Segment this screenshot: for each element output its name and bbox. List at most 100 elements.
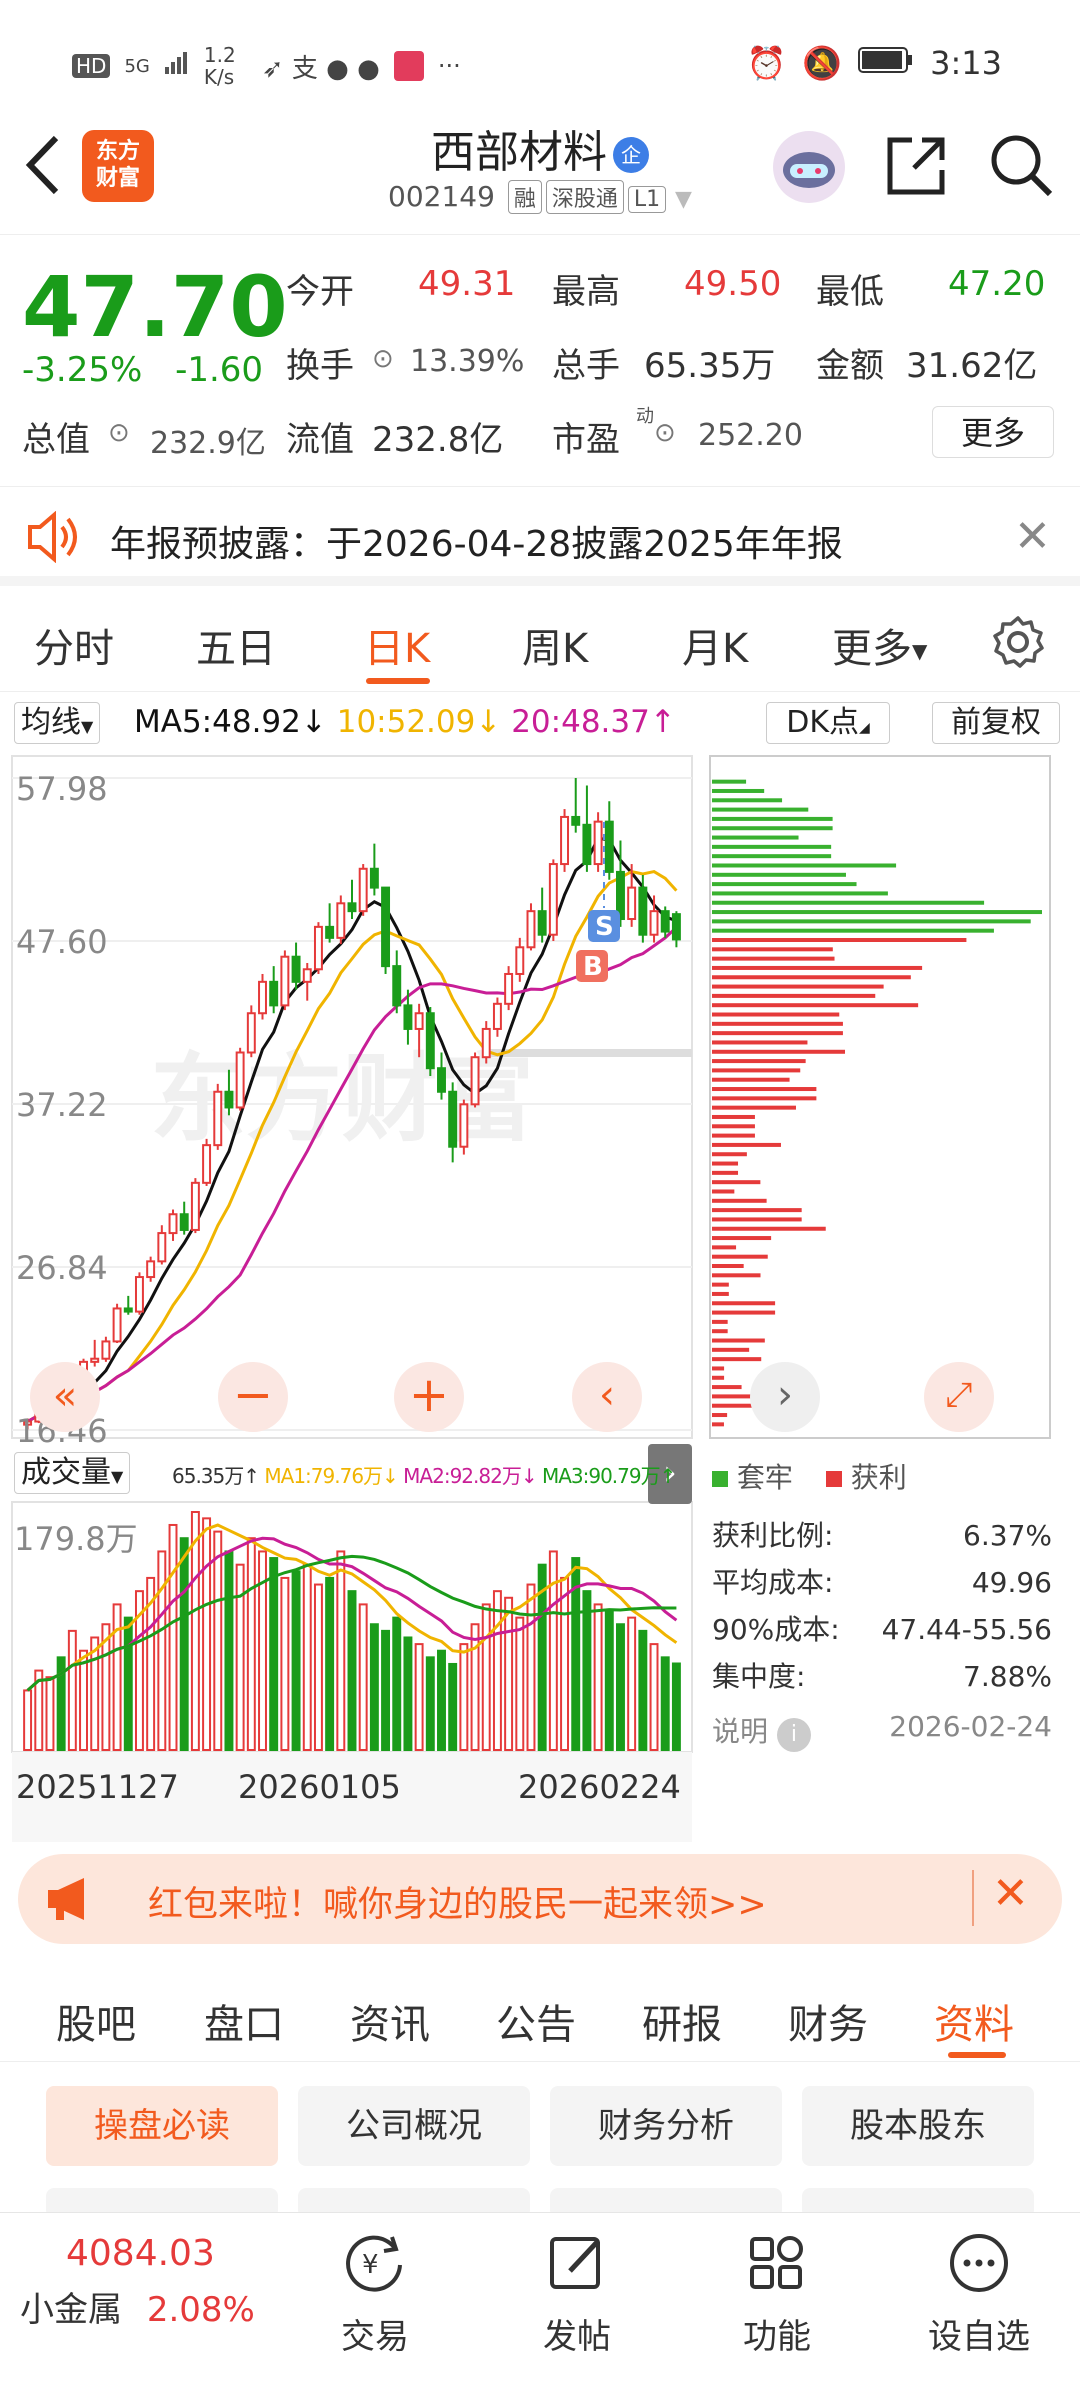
tab-timeshare[interactable]: 分时 [34, 616, 114, 674]
profit-ratio: 6.37% [963, 1519, 1052, 1552]
total-value-info-icon[interactable]: ⊙ [108, 418, 130, 448]
current-price: 47.70 [22, 258, 288, 356]
volume-legend: 65.35万↑ MA1:79.76万↓ MA2:92.82万↓ MA3:90.7… [172, 1464, 676, 1488]
chip-must-read[interactable]: 操盘必读 [46, 2086, 278, 2166]
volume-bar-down [325, 1576, 335, 1752]
total-value-label: 总值 [22, 420, 90, 460]
chip-bar [712, 1003, 919, 1008]
tab-financials[interactable]: 财务 [788, 1992, 868, 2050]
sector-index[interactable]: 4084.03 小金属 2.08% [20, 2233, 280, 2331]
y-tick-label: 47.60 [16, 923, 108, 961]
bottom-toolbar: 4084.03 小金属 2.08% ¥ 交易 发帖 功能 设自选 [0, 2212, 1080, 2388]
add-watchlist-button[interactable]: 设自选 [914, 2231, 1044, 2358]
chip-financial-analysis[interactable]: 财务分析 [550, 2086, 782, 2166]
zoom-in-button[interactable]: + [394, 1362, 464, 1432]
candle-up [560, 815, 570, 866]
chip-bar [712, 835, 799, 840]
tab-more[interactable]: 更多▼ [832, 616, 927, 674]
chip-bar [712, 826, 833, 831]
locked-label: 套牢 [736, 1461, 793, 1494]
tab-research[interactable]: 研报 [642, 1992, 722, 2050]
scroll-left-button[interactable]: ‹ [572, 1362, 642, 1432]
gear-icon [993, 616, 1044, 668]
chip-bar [712, 788, 765, 793]
tab-orderbook[interactable]: 盘口 [204, 1992, 284, 2050]
low-value: 47.20 [948, 264, 1046, 304]
chip-distribution-bars [712, 779, 1042, 1427]
prev-page-button[interactable]: « [30, 1362, 100, 1432]
chip-bar [712, 919, 1031, 924]
turnover-value: 13.39% [410, 344, 525, 379]
candle-down [604, 820, 614, 873]
chart-settings-button[interactable] [990, 614, 1046, 674]
volume-bar-up [235, 1563, 245, 1751]
tab-forum[interactable]: 股吧 [56, 1992, 136, 2050]
float-value: 232.8亿 [372, 420, 504, 460]
signal-icon [164, 51, 190, 81]
stock-header: 东方 财富 西部材料企 002149 融深股通 L1 ▼ [0, 110, 1080, 235]
chip-shareholders[interactable]: 股本股东 [802, 2086, 1034, 2166]
pe-info-icon[interactable]: ⊙ [654, 418, 676, 448]
kline-chart-area[interactable]: 均线▼ MA5:48.92↓ 10:52.09↓ 20:48.37↑ DK点◢ … [0, 692, 1080, 1842]
functions-button[interactable]: 功能 [712, 2231, 842, 2358]
chip-bar [712, 938, 967, 942]
volume-value: 65.35万 [644, 346, 776, 386]
candle-up [313, 925, 323, 971]
chip-bar [712, 1217, 802, 1222]
chip-bar [712, 1282, 729, 1287]
tab-five-day[interactable]: 五日 [196, 616, 276, 674]
tag-connect: 深股通 [545, 180, 624, 214]
volume-bar-down [425, 1656, 435, 1751]
chip-bar [712, 1021, 843, 1026]
candle-down [537, 910, 547, 936]
promo-banner[interactable]: 红包来啦！喊你身边的股民一起来领>> ✕ [18, 1854, 1062, 1944]
candle-down [571, 815, 581, 826]
volume-bar-up [280, 1576, 290, 1752]
chip-bar [712, 891, 888, 896]
robot-assistant-button[interactable] [770, 128, 848, 210]
tab-daily-k[interactable]: 日K [364, 616, 430, 674]
pe-value: 252.20 [698, 418, 803, 453]
share-button[interactable] [884, 134, 948, 202]
battery-icon [858, 44, 914, 82]
tab-news[interactable]: 资讯 [350, 1992, 430, 2050]
notice-bar[interactable]: 年报预披露：于2026-04-28披露2025年年报 ✕ [0, 486, 1080, 586]
volume-bar-up [79, 1649, 88, 1751]
volume-y-max: 179.8万 [14, 1520, 138, 1558]
quote-panel: 47.70 -3.25% -1.60 今开 49.31 最高 49.50 最低 … [0, 240, 1080, 480]
chip-bar [712, 984, 884, 989]
chip-next-button[interactable]: › [750, 1362, 820, 1432]
chip-expand-button[interactable]: ⤢ [924, 1362, 994, 1432]
post-button[interactable]: 发帖 [512, 2231, 642, 2358]
chip-bar [712, 928, 994, 933]
notice-close-icon[interactable]: ✕ [1014, 511, 1051, 562]
zoom-out-button[interactable]: − [218, 1362, 288, 1432]
more-quote-button[interactable]: 更多 [932, 406, 1054, 458]
candle-up [358, 867, 368, 913]
profile-chips: 操盘必读 公司概况 财务分析 股本股东 [0, 2072, 1080, 2218]
candle-up [627, 886, 637, 921]
chip-company-overview[interactable]: 公司概况 [298, 2086, 530, 2166]
indicator-selector[interactable]: 成交量▼ [14, 1452, 131, 1494]
net-speed: 1.2 K/s [203, 43, 236, 89]
tab-monthly-k[interactable]: 月K [682, 616, 748, 674]
search-button[interactable] [988, 132, 1054, 202]
chip-bar [712, 1245, 737, 1250]
chip-bar [712, 1208, 802, 1213]
chip-bar [712, 1077, 790, 1082]
tab-profile[interactable]: 资料 [934, 1992, 1014, 2050]
trade-button[interactable]: ¥ 交易 [310, 2231, 440, 2358]
candle-down [448, 1090, 458, 1148]
candle-down [392, 965, 402, 1007]
tab-announcements[interactable]: 公告 [496, 1992, 576, 2050]
chip-bar [712, 1040, 808, 1045]
dropdown-triangle-icon: ▼ [675, 187, 692, 212]
volume-bar-up [302, 1563, 312, 1751]
chip-explain-row[interactable]: 说明 i 2026-02-24 [712, 1710, 1052, 1752]
tab-weekly-k[interactable]: 周K [522, 616, 588, 674]
candle-down [269, 980, 279, 1007]
turnover-info-icon[interactable]: ⊙ [372, 344, 394, 374]
candle-up [258, 980, 267, 1015]
chip-bar [712, 1413, 728, 1418]
banner-close-icon[interactable]: ✕ [992, 1868, 1029, 1919]
